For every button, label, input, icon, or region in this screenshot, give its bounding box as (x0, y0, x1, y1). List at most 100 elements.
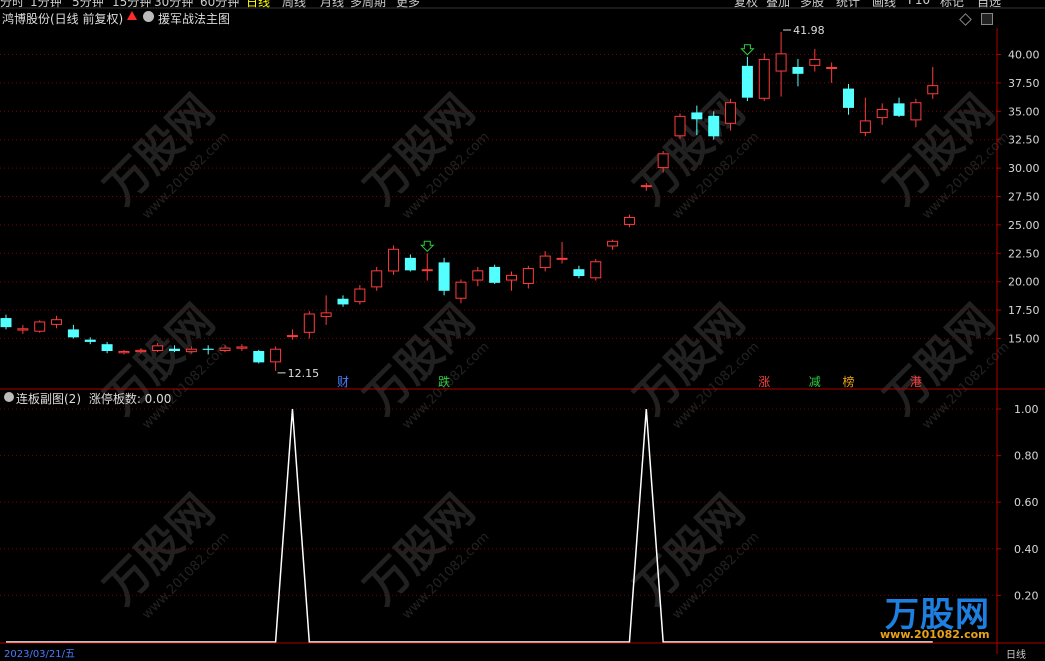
high-price-label: 41.98 (793, 24, 825, 37)
price-tick-label-10: 15.00 (1008, 333, 1040, 346)
candle-body (522, 268, 534, 284)
sub-tick-label-3: 0.40 (1014, 543, 1039, 556)
event-marker-0: 财 (337, 375, 349, 389)
sub-axis: 1.00 0.80 0.60 0.40 0.20 (997, 403, 1039, 602)
candle-body (286, 335, 298, 338)
candle-6 (101, 341, 113, 354)
watermark-8: 万股网www.201082.com (95, 485, 232, 622)
candle-2 (34, 320, 46, 333)
candle-body (708, 115, 720, 137)
candle-body (657, 153, 669, 169)
sub-indicator-name[interactable]: 连板副图(2) (2, 392, 81, 406)
candle-20 (337, 295, 349, 307)
candle-body (674, 115, 686, 137)
candle-7 (118, 349, 130, 355)
candle-24 (404, 254, 416, 272)
candle-15 (253, 349, 265, 364)
candle-body (404, 257, 416, 271)
sub-tick-label-1: 0.80 (1014, 450, 1039, 463)
candle-body (556, 257, 568, 260)
candle-16 (270, 346, 282, 371)
candle-21 (354, 285, 366, 305)
candle-body (270, 348, 282, 363)
candle-body (185, 348, 197, 353)
candle-36 (607, 239, 619, 250)
candle-body (506, 274, 517, 281)
watermark-10: 万股网www.201082.com (625, 485, 762, 622)
candle-body (809, 59, 821, 66)
candle-27 (455, 279, 467, 304)
candle-body (489, 266, 501, 283)
watermark-5: 万股网www.201082.com (355, 295, 492, 432)
candle-body (573, 269, 585, 277)
price-tick-label-3: 32.50 (1008, 134, 1040, 147)
watermark-layer: 万股网www.201082.com 万股网www.201082.com 万股网www… (95, 85, 1012, 622)
candle-body (354, 288, 366, 303)
candle-body (202, 348, 214, 350)
price-tick-label-2: 35.00 (1008, 105, 1040, 118)
candle-body (758, 59, 770, 99)
down-arrow-icon-1 (740, 44, 755, 56)
candle-30 (506, 271, 517, 291)
candle-3 (51, 315, 63, 329)
candle-body (219, 347, 231, 351)
candle-body (67, 329, 79, 338)
candle-body (590, 261, 602, 279)
candle-51 (859, 97, 871, 137)
price-tick-label-5: 27.50 (1008, 191, 1040, 204)
low-price-label: 12.15 (288, 367, 320, 380)
price-tick-label-0: 40.00 (1008, 49, 1040, 62)
brand-url: www.201082.com (880, 628, 990, 641)
candle-body (371, 270, 383, 288)
candle-body (51, 319, 63, 325)
candle-body (17, 328, 29, 331)
candle-body (691, 112, 703, 120)
candle-body (725, 102, 737, 124)
candle-body (792, 66, 804, 74)
sub-tick-label-4: 0.20 (1014, 589, 1039, 602)
candle-body (910, 102, 922, 121)
candle-53 (893, 97, 905, 117)
sub-tick-label-2: 0.60 (1014, 496, 1039, 509)
price-tick-label-4: 30.00 (1008, 162, 1040, 175)
event-marker-2: 涨 (758, 374, 770, 389)
candle-52 (876, 103, 888, 125)
candle-body (152, 345, 164, 351)
candle-34 (573, 265, 585, 279)
candle-body (893, 103, 905, 116)
event-marker-1: 跌 (438, 374, 450, 389)
candle-body (843, 88, 854, 108)
candle-body (640, 185, 652, 188)
candle-33 (556, 241, 568, 264)
candle-31 (522, 265, 534, 289)
candle-body (876, 109, 888, 119)
cursor-date: 2023/03/21/五 (4, 649, 76, 660)
candle-body (253, 350, 265, 363)
candle-45 (758, 53, 770, 102)
candle-body (623, 216, 635, 225)
candle-body (421, 269, 433, 272)
candle-body (741, 65, 753, 98)
candle-body (455, 281, 467, 299)
candle-4 (67, 324, 79, 339)
price-tick-label-9: 17.50 (1008, 304, 1040, 317)
watermark-9: 万股网www.201082.com (355, 485, 492, 622)
candle-body (607, 240, 619, 247)
candle-23 (388, 245, 400, 275)
watermark-4: 万股网www.201082.com (95, 295, 232, 432)
candle-29 (489, 264, 501, 284)
candle-54 (910, 98, 922, 128)
kline-chart[interactable]: 万股网www.201082.com 万股网www.201082.com 万股网www… (0, 0, 1045, 654)
watermark-0: 万股网www.201082.com (95, 85, 232, 222)
candle-0 (0, 314, 12, 330)
candle-1 (17, 324, 29, 334)
price-tick-label-1: 37.50 (1008, 77, 1040, 90)
candle-25 (421, 253, 433, 281)
event-marker-4: 榜 (842, 374, 854, 389)
candle-body (135, 349, 147, 353)
candle-body (775, 53, 787, 72)
sub-panel-title: 连板副图(2) 涨停板数: 0.00 (2, 390, 171, 407)
sub-indicator-value: 涨停板数: 0.00 (88, 392, 172, 406)
candle-body (303, 313, 315, 333)
candle-body (337, 298, 349, 305)
